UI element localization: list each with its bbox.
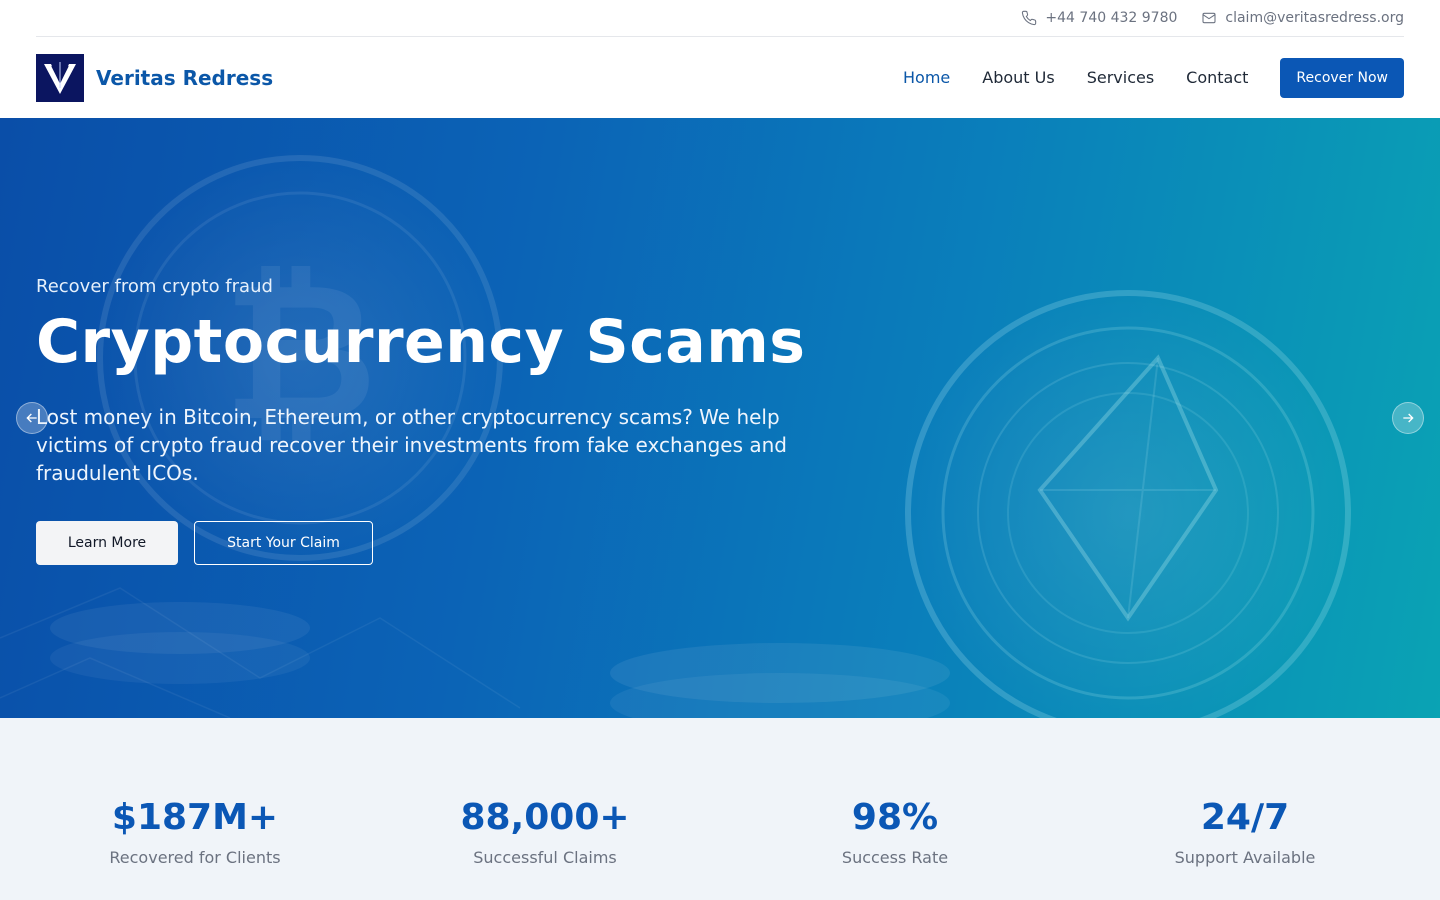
hero-eyebrow: Recover from crypto fraud [36, 276, 273, 297]
nav-services[interactable]: Services [1087, 68, 1154, 87]
mail-icon [1202, 12, 1216, 24]
stat-value: $187M+ [111, 797, 279, 838]
contact-bar: +44 740 432 9780 claim@veritasredress.or… [36, 0, 1404, 37]
stat-item: $187M+ Recovered for Clients [20, 718, 370, 900]
phone-icon [1022, 10, 1037, 26]
brand-name: Veritas Redress [96, 65, 274, 90]
main-nav: Home About Us Services Contact Recover N… [871, 57, 1404, 98]
hero-content: Recover from crypto fraud Cryptocurrency… [36, 276, 816, 565]
recover-now-button[interactable]: Recover Now [1280, 57, 1404, 98]
stat-value: 88,000+ [460, 797, 630, 838]
arrow-right-icon [1403, 413, 1414, 423]
contact-phone-text: +44 740 432 9780 [1045, 10, 1178, 26]
stat-label: Recovered for Clients [109, 848, 281, 867]
contact-email[interactable]: claim@veritasredress.org [1201, 10, 1404, 26]
brand[interactable]: Veritas Redress [36, 53, 274, 102]
hero-description: Lost money in Bitcoin, Ethereum, or othe… [36, 405, 788, 485]
stat-item: 24/7 Support Available [1070, 718, 1420, 900]
stat-item: 98% Success Rate [720, 718, 1070, 900]
site-header: Veritas Redress Home About Us Services C… [36, 37, 1404, 118]
v-logo-icon [44, 61, 76, 94]
stat-value: 24/7 [1200, 797, 1290, 838]
start-claim-button[interactable]: Start Your Claim [194, 521, 373, 565]
stat-value: 98% [851, 797, 939, 838]
contact-email-text: claim@veritasredress.org [1225, 10, 1404, 26]
stat-label: Successful Claims [473, 848, 617, 867]
brand-logo [36, 53, 84, 102]
hero-title: Cryptocurrency Scams [36, 307, 806, 377]
nav-about-us[interactable]: About Us [982, 68, 1054, 87]
contact-phone[interactable]: +44 740 432 9780 [1021, 10, 1177, 26]
hero-carousel: ₿ Recover from crypto fraud Cryptocurren… [0, 118, 1440, 718]
stat-label: Success Rate [841, 848, 949, 867]
nav-contact[interactable]: Contact [1186, 68, 1248, 87]
carousel-next-button[interactable] [1392, 402, 1424, 434]
stat-item: 88,000+ Successful Claims [370, 718, 720, 900]
stat-label: Support Available [1174, 848, 1316, 867]
hero-actions: Learn More Start Your Claim [36, 521, 816, 565]
learn-more-button[interactable]: Learn More [36, 521, 178, 565]
nav-home[interactable]: Home [903, 68, 950, 87]
stats-section: $187M+ Recovered for Clients 88,000+ Suc… [0, 718, 1440, 900]
